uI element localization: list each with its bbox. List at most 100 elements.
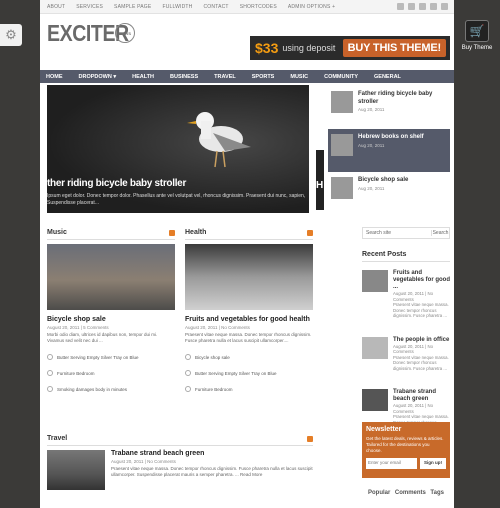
slider-thumb[interactable]: Bicycle shop sale Aug 20, 2011 (328, 172, 450, 215)
slider-thumb-active[interactable]: Hebrew books on shelf Aug 20, 2011 (328, 129, 450, 172)
settings-gear-icon[interactable]: ⚙ (0, 24, 22, 46)
post-title[interactable]: Trabane strand beach green (111, 450, 313, 457)
youtube-icon[interactable] (419, 3, 426, 10)
slider-title[interactable]: ther riding bicycle baby stroller (47, 178, 186, 189)
thumb-date: Aug 20, 2011 (358, 185, 385, 191)
buy-theme-button[interactable]: BUY THIS THEME! (342, 39, 446, 57)
nav-community[interactable]: Community (324, 74, 358, 80)
topnav-admin-options[interactable]: Admin Options + (288, 4, 335, 10)
topnav-contact[interactable]: Contact (203, 4, 228, 10)
ad-price: $33 (255, 40, 279, 56)
topnav-sample-page[interactable]: Sample Page (114, 4, 151, 10)
nav-music[interactable]: Music (290, 74, 308, 80)
recent-post-title[interactable]: Trabane strand beach green (393, 389, 450, 403)
list-item-label: Smoking damages body in minutes (57, 386, 128, 392)
recent-post-meta: August 20, 2011 | No Comments (393, 403, 433, 414)
post-title[interactable]: Fruits and vegetables for good health (185, 316, 313, 323)
topnav-fullwidth[interactable]: Fullwidth (162, 4, 192, 10)
recent-post-title[interactable]: Fruits and vegetables for good ... (393, 270, 450, 291)
list-item-label: Butter Serving Empty Silver Tray on Blue (195, 370, 277, 376)
search-box: Search site Search (362, 227, 450, 239)
thumb-date: Aug 20, 2011 (358, 142, 385, 148)
topnav-shortcodes[interactable]: Shortcodes (240, 4, 277, 10)
recent-post[interactable]: The people in office August 20, 2011 | N… (362, 336, 450, 372)
health-section: Health Fruits and vegetables for good he… (185, 228, 313, 392)
rss-icon[interactable] (307, 435, 313, 442)
thumb-image (331, 134, 353, 156)
recent-post[interactable]: Fruits and vegetables for good ... Augus… (362, 270, 450, 319)
recent-post-image (362, 270, 388, 292)
thumb-date: Aug 20, 2011 (358, 107, 385, 112)
email-icon[interactable] (441, 3, 448, 10)
thumb-title: Hebrew books on shelf (358, 134, 424, 140)
rss-icon[interactable] (307, 229, 313, 236)
nav-health[interactable]: Health (132, 74, 154, 80)
recent-post-excerpt: Praesent vitae neque massa. Donec tempor… (393, 302, 449, 318)
post-meta: August 20, 2011 | No Comments (111, 459, 176, 464)
tab-tags[interactable]: Tags (430, 490, 444, 496)
list-item[interactable]: Furniture Bedroom (47, 370, 175, 376)
recent-posts: Recent Posts Fruits and vegetables for g… (362, 250, 450, 431)
rss-icon[interactable] (430, 3, 437, 10)
list-item[interactable]: Furniture Bedroom (185, 386, 313, 392)
topnav-about[interactable]: About (47, 4, 65, 10)
recent-post-meta: August 20, 2011 | No Comments (393, 291, 433, 302)
list-item-label: Furniture Bedroom (195, 386, 233, 392)
thumb-title: Father riding bicycle baby stroller (358, 91, 433, 105)
list-item-label: Butter Serving Empty Silver Tray on Blue (57, 354, 139, 360)
seagull-image (187, 112, 251, 168)
nav-sports[interactable]: Sports (252, 74, 275, 80)
health-image[interactable] (185, 244, 313, 310)
nav-dropdown[interactable]: Dropdown ▾ (79, 74, 117, 80)
section-heading: Travel (47, 435, 68, 442)
twitter-icon[interactable] (397, 3, 404, 10)
slider-next-peek: H (316, 150, 324, 210)
post-title[interactable]: Bicycle shop sale (47, 316, 175, 323)
slider-text: Ipsum eget dolor. Donec tempor dolor. Ph… (47, 193, 306, 206)
search-input[interactable]: Search site (363, 230, 431, 236)
rss-icon[interactable] (169, 229, 175, 236)
tab-popular[interactable]: Popular (368, 490, 390, 496)
facebook-icon[interactable] (408, 3, 415, 10)
site-header: EXCITER NEWS $33 using deposit BUY THIS … (40, 14, 454, 60)
nav-general[interactable]: General (374, 74, 401, 80)
list-item[interactable]: Butter Serving Empty Silver Tray on Blue (47, 354, 175, 360)
section-heading: Music (47, 229, 67, 236)
music-image[interactable] (47, 244, 175, 310)
post-excerpt: Praesent vitae neque massa. Donec tempor… (185, 332, 312, 343)
cart-icon[interactable]: 🛒 (465, 20, 489, 42)
list-item-label: Bicycle shop sale (195, 354, 230, 360)
search-button[interactable]: Search (431, 230, 449, 236)
tab-comments[interactable]: Comments (395, 490, 426, 496)
news-globe-icon: NEWS (115, 23, 135, 43)
travel-image[interactable] (47, 450, 105, 490)
slider-thumbnails: Father riding bicycle baby stroller Aug … (328, 86, 450, 215)
thumb-image (331, 91, 353, 113)
recent-post-title[interactable]: The people in office (393, 337, 450, 344)
newsletter-desc: Get the latest deals, reviews & articles… (366, 436, 444, 453)
nav-home[interactable]: Home (46, 74, 63, 80)
nav-business[interactable]: Business (170, 74, 198, 80)
recent-post-meta: August 20, 2011 | No Comments (393, 343, 433, 355)
thumb-title: Bicycle shop sale (358, 177, 409, 183)
ad-banner[interactable]: $33 using deposit BUY THIS THEME! (250, 36, 450, 60)
slider-thumb[interactable]: Father riding bicycle baby stroller Aug … (328, 86, 450, 129)
list-item[interactable]: Smoking damages body in minutes (47, 386, 175, 392)
featured-slider[interactable]: ther riding bicycle baby stroller Ipsum … (47, 85, 309, 213)
newsletter-title: Newsletter (366, 426, 402, 433)
recent-post-excerpt: Praesent vitae neque massa. Donec tempor… (393, 354, 449, 371)
list-item[interactable]: Butter Serving Empty Silver Tray on Blue (185, 370, 313, 376)
recent-post-image (362, 336, 388, 359)
sidebar-tabs: Popular Comments Tags (362, 490, 450, 496)
social-icons (397, 3, 454, 10)
signup-button[interactable]: Sign up! (420, 458, 446, 469)
topnav-services[interactable]: Services (76, 4, 103, 10)
site-page: About Services Sample Page Fullwidth Con… (40, 0, 454, 508)
nav-travel[interactable]: Travel (214, 74, 236, 80)
buy-theme-widget[interactable]: 🛒 Buy Theme (460, 20, 494, 60)
list-item[interactable]: Bicycle shop sale (185, 354, 313, 360)
post-meta: August 20, 2011 | 5 Comments (47, 325, 109, 330)
main-nav: Home Dropdown ▾ Health Business Travel S… (40, 70, 454, 83)
newsletter-email-input[interactable]: Enter your email (366, 458, 417, 469)
music-section: Music Bicycle shop sale August 20, 2011 … (47, 228, 175, 392)
